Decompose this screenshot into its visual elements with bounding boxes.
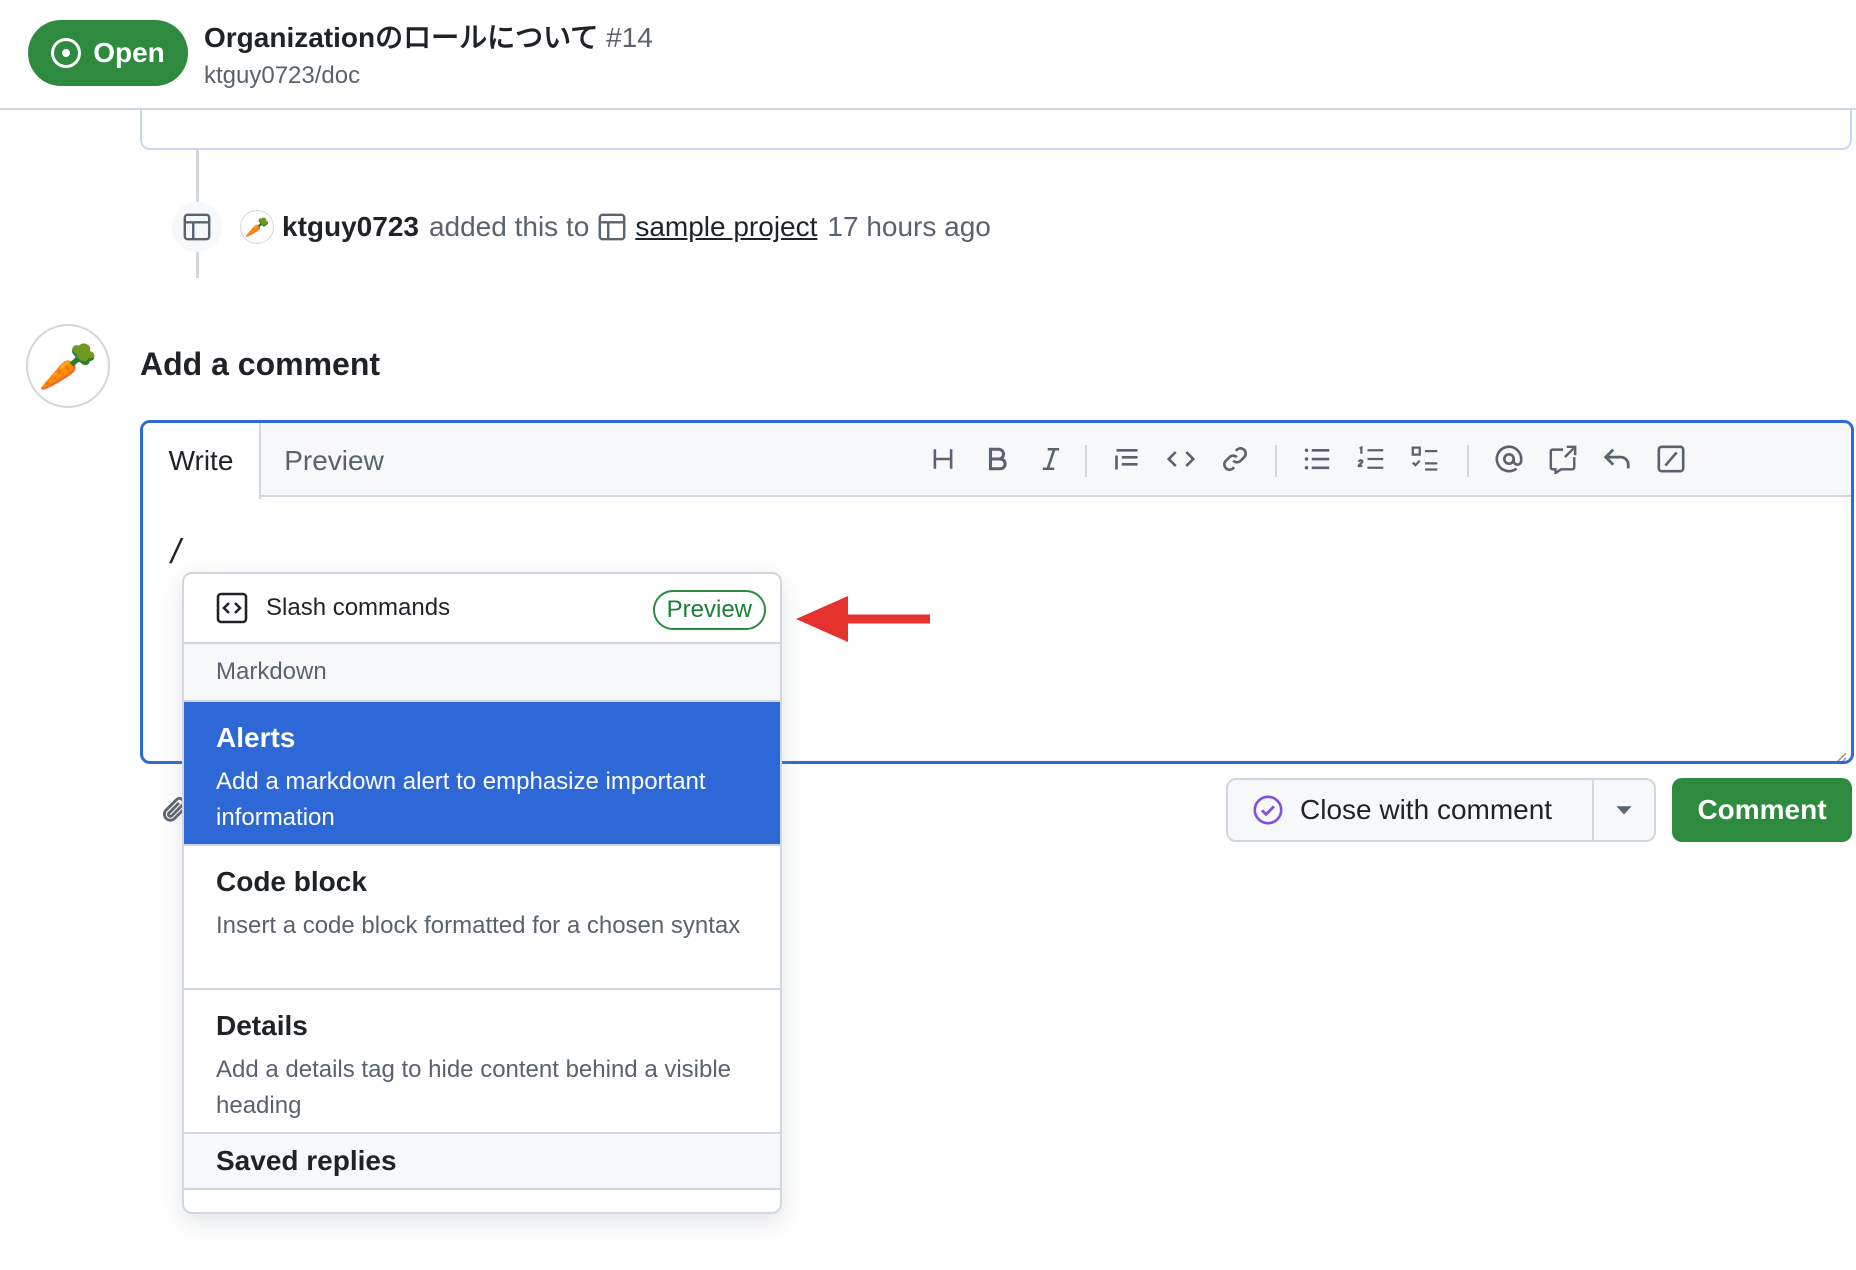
slash-menu-header: Slash commands Preview bbox=[184, 574, 780, 644]
group-title-saved-replies: Saved replies bbox=[184, 1134, 780, 1190]
table-icon bbox=[172, 202, 222, 252]
timeline-event-project: 🥕 ktguy0723 added this to sample project… bbox=[172, 202, 991, 252]
project-icon bbox=[597, 212, 627, 242]
event-time[interactable]: 17 hours ago bbox=[827, 211, 990, 243]
preview-badge: Preview bbox=[652, 590, 766, 630]
reference-icon[interactable] bbox=[1543, 439, 1583, 479]
code-icon[interactable] bbox=[1161, 439, 1201, 479]
code-square-icon bbox=[216, 592, 248, 624]
mention-icon[interactable] bbox=[1489, 439, 1529, 479]
menu-item-title: Details bbox=[216, 1010, 308, 1041]
menu-item-code-block[interactable]: Code block Insert a code block formatted… bbox=[184, 846, 780, 990]
editor-header: Write Preview bbox=[143, 423, 1851, 499]
menu-item-description: Add a markdown alert to emphasize import… bbox=[216, 768, 706, 831]
saved-reply-icon[interactable] bbox=[1597, 439, 1637, 479]
menu-item-alerts[interactable]: Alerts Add a markdown alert to emphasize… bbox=[184, 702, 780, 846]
unordered-list-icon[interactable] bbox=[1297, 439, 1337, 479]
repo-name[interactable]: ktguy0723/doc bbox=[204, 62, 360, 90]
menu-item-description: Insert a code block formatted for a chos… bbox=[216, 912, 741, 939]
user-avatar[interactable]: 🥕 bbox=[26, 324, 110, 408]
toolbar-separator bbox=[1085, 445, 1087, 477]
project-link[interactable]: sample project bbox=[635, 211, 817, 243]
menu-item-title: Code block bbox=[216, 866, 367, 897]
menu-item-description: Add a details tag to hide content behind… bbox=[216, 1056, 732, 1119]
toolbar-separator bbox=[1275, 445, 1277, 477]
triangle-down-icon bbox=[1616, 806, 1632, 815]
slash-menu-title: Slash commands bbox=[266, 594, 451, 621]
carrot-avatar-icon[interactable]: 🥕 bbox=[240, 210, 274, 244]
close-with-comment-label: Close with comment bbox=[1300, 794, 1553, 825]
close-with-comment-group: Close with comment bbox=[1226, 778, 1656, 842]
state-label: Open bbox=[93, 37, 165, 68]
toolbar-separator bbox=[1467, 445, 1469, 477]
slash-command-icon[interactable] bbox=[1651, 439, 1691, 479]
issue-closed-icon bbox=[1253, 795, 1283, 825]
issue-number: #14 bbox=[606, 22, 653, 53]
close-options-dropdown[interactable] bbox=[1594, 780, 1654, 840]
slash-commands-menu: Slash commands Preview Markdown Alerts A… bbox=[182, 572, 782, 1214]
group-title-markdown: Markdown bbox=[184, 644, 780, 702]
heading-icon[interactable] bbox=[923, 439, 963, 479]
issue-title-text: Organizationのロールについて bbox=[204, 22, 599, 53]
quote-icon[interactable] bbox=[1107, 439, 1147, 479]
link-icon[interactable] bbox=[1215, 439, 1255, 479]
annotation-arrow-icon bbox=[796, 596, 930, 642]
menu-item-details[interactable]: Details Add a details tag to hide conten… bbox=[184, 990, 780, 1134]
add-comment-heading: Add a comment bbox=[140, 346, 381, 382]
ordered-list-icon[interactable] bbox=[1351, 439, 1391, 479]
markdown-toolbar bbox=[143, 423, 1851, 497]
issue-title[interactable]: Organizationのロールについて #14 bbox=[204, 16, 653, 56]
menu-item-title: Alerts bbox=[216, 722, 296, 753]
sticky-header: Open Organizationのロールについて #14 ktguy0723/… bbox=[0, 0, 1856, 110]
resize-grip-icon[interactable] bbox=[1831, 747, 1847, 763]
comment-button[interactable]: Comment bbox=[1672, 778, 1852, 842]
issue-opened-icon bbox=[51, 38, 82, 68]
italic-icon[interactable] bbox=[1031, 439, 1071, 479]
close-with-comment-button[interactable]: Close with comment bbox=[1228, 780, 1594, 840]
event-action: added this to bbox=[428, 211, 590, 242]
task-list-icon[interactable] bbox=[1405, 439, 1445, 479]
issue-state-badge: Open bbox=[28, 20, 188, 86]
typed-text: / bbox=[171, 533, 181, 571]
event-author[interactable]: ktguy0723 bbox=[282, 211, 419, 243]
bold-icon[interactable] bbox=[977, 439, 1017, 479]
